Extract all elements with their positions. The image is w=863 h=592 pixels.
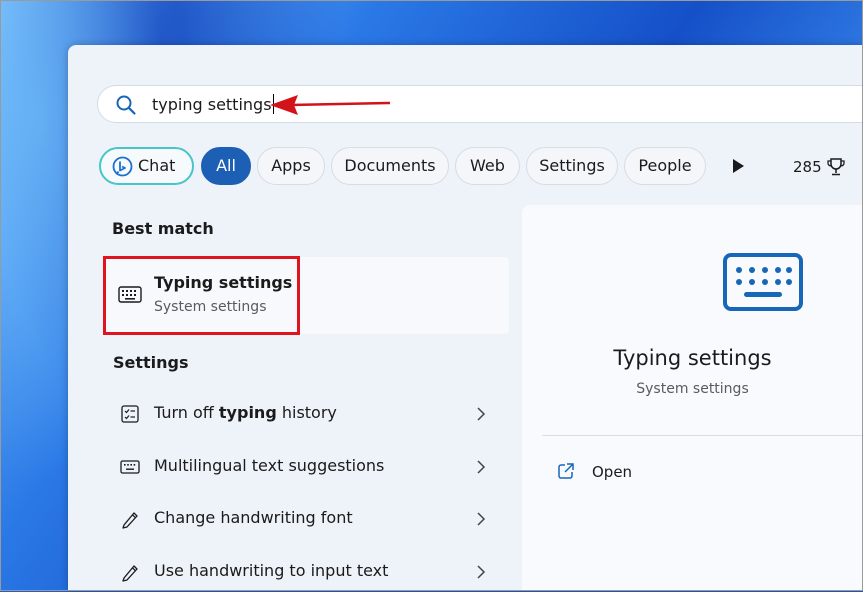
- filter-apps-button[interactable]: Apps: [257, 147, 325, 185]
- filter-people-button[interactable]: People: [624, 147, 706, 185]
- pen-icon: [122, 565, 138, 582]
- rewards-points[interactable]: 285: [793, 157, 822, 177]
- preview-divider: [542, 435, 863, 436]
- chevron-right-icon[interactable]: [476, 511, 486, 527]
- settings-result-label: Turn off typing history: [154, 403, 337, 422]
- settings-result-change-handwriting-font[interactable]: Change handwriting font: [104, 499, 509, 539]
- red-highlight-annotation: [103, 256, 300, 335]
- settings-result-label: Multilingual text suggestions: [154, 456, 385, 475]
- red-arrow-annotation: [270, 95, 391, 115]
- keyboard-icon: [120, 460, 140, 474]
- pen-icon: [122, 512, 138, 529]
- filter-documents-button[interactable]: Documents: [331, 147, 449, 185]
- preview-pane: [522, 205, 863, 591]
- filter-web-button[interactable]: Web: [455, 147, 520, 185]
- open-external-icon[interactable]: [557, 462, 575, 480]
- open-action[interactable]: Open: [592, 463, 632, 481]
- preview-subtitle: System settings: [636, 381, 749, 397]
- best-match-heading: Best match: [112, 219, 214, 238]
- chevron-right-icon[interactable]: [476, 459, 486, 475]
- settings-result-label: Use handwriting to input text: [154, 561, 389, 580]
- label-prefix: Turn off: [154, 403, 219, 422]
- history-list-icon: [121, 405, 139, 423]
- filter-all-button[interactable]: All: [201, 147, 251, 185]
- trophy-icon[interactable]: [826, 157, 846, 177]
- settings-result-use-handwriting-to-input-text[interactable]: Use handwriting to input text: [104, 552, 509, 592]
- settings-result-turn-off-typing-history[interactable]: Turn off typing history: [104, 394, 509, 434]
- chevron-right-icon[interactable]: [476, 406, 486, 422]
- filter-settings-button[interactable]: Settings: [526, 147, 618, 185]
- chevron-right-icon[interactable]: [476, 564, 486, 580]
- keyboard-icon: [723, 253, 803, 311]
- more-filters-play-icon[interactable]: [731, 158, 745, 174]
- filter-chat-label: Chat: [138, 156, 176, 175]
- preview-title: Typing settings: [613, 346, 772, 370]
- search-icon: [116, 95, 136, 115]
- settings-result-multilingual-text-suggestions[interactable]: Multilingual text suggestions: [104, 447, 509, 487]
- search-query-text: typing settings: [152, 95, 272, 114]
- search-input[interactable]: typing settings: [152, 94, 274, 116]
- settings-heading: Settings: [113, 353, 189, 372]
- bing-chat-icon: [112, 156, 133, 177]
- label-bold-match: typing: [218, 403, 277, 422]
- filter-chat-button[interactable]: Chat: [99, 147, 194, 185]
- label-suffix: history: [276, 403, 337, 422]
- settings-result-label: Change handwriting font: [154, 508, 353, 527]
